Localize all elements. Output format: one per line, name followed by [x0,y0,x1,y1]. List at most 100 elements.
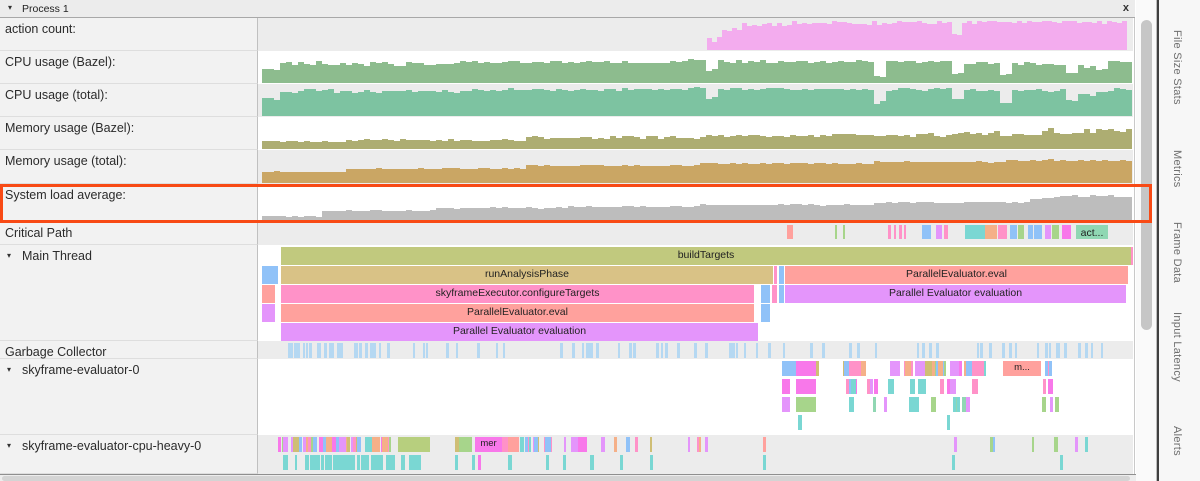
slice[interactable] [835,225,837,239]
slice[interactable] [283,437,288,452]
slice[interactable] [1049,343,1052,358]
slice[interactable] [344,455,346,470]
slice[interactable] [503,343,505,358]
slice[interactable] [310,343,312,358]
slice[interactable] [387,343,389,358]
slice[interactable] [962,397,966,412]
slice[interactable] [590,343,592,358]
slice[interactable] [798,415,802,430]
chart-critical_path[interactable]: act... [258,222,1133,245]
slice[interactable] [894,225,896,239]
slice[interactable] [572,343,575,358]
slice[interactable] [699,437,701,452]
tab-file-size-stats[interactable]: File Size Stats [1171,30,1183,105]
slice[interactable] [848,361,861,376]
slice[interactable] [614,437,616,452]
slice[interactable] [756,343,759,358]
slice-skyframeexecutor-configuretargets[interactable]: skyframeExecutor.configureTargets [281,285,754,303]
slice[interactable] [732,343,735,358]
slice[interactable] [918,379,921,394]
slice[interactable] [761,304,770,322]
slice[interactable] [904,225,906,239]
slice[interactable] [677,343,680,358]
slice[interactable] [366,455,370,470]
slice[interactable] [665,343,668,358]
tab-input-latency[interactable]: Input Latency [1171,312,1183,382]
slice[interactable] [811,343,814,358]
slice[interactable] [560,343,563,358]
slice[interactable] [957,397,960,412]
slice[interactable] [333,455,335,470]
slice-parallel-evaluator-evaluation[interactable]: Parallel Evaluator evaluation [281,323,758,341]
slice[interactable] [508,437,519,452]
slice[interactable] [998,225,1007,239]
slice-m---[interactable]: m... [1003,361,1041,376]
slice[interactable] [763,437,766,452]
slice[interactable] [867,379,871,394]
slice[interactable] [587,343,590,358]
slice[interactable] [331,343,334,358]
slice[interactable] [563,455,566,470]
slice[interactable] [601,437,605,452]
slice[interactable] [940,379,944,394]
slice[interactable] [873,397,876,412]
slice[interactable] [379,343,381,358]
slice[interactable] [990,437,993,452]
slice[interactable] [761,285,770,303]
slice[interactable] [351,437,353,452]
slice[interactable] [650,455,653,470]
slice[interactable] [478,455,481,470]
slice[interactable] [925,361,932,376]
slice[interactable] [1009,343,1011,358]
slice[interactable] [1028,225,1033,239]
slice[interactable] [768,343,771,358]
slice[interactable] [1064,343,1067,358]
slice[interactable] [899,225,902,239]
slice[interactable] [371,455,374,470]
vertical-scrollbar-thumb[interactable] [1141,20,1152,330]
slice[interactable] [326,455,330,470]
slice[interactable] [905,361,911,376]
slice[interactable] [944,225,948,239]
slice[interactable] [1032,437,1035,452]
slice[interactable] [972,379,978,394]
slice[interactable] [508,455,512,470]
slice[interactable] [736,343,738,358]
collapse-arrow-icon[interactable]: ▾ [8,3,12,12]
slice[interactable] [1034,225,1042,239]
slice[interactable] [582,343,584,358]
slice[interactable] [936,225,942,239]
slice[interactable] [534,437,538,452]
tab-metrics[interactable]: Metrics [1171,150,1183,188]
slice[interactable] [382,437,387,452]
slice[interactable] [620,455,623,470]
chart-cpu_bazel[interactable] [258,51,1133,84]
slice[interactable] [1010,225,1017,239]
slice[interactable] [295,455,297,470]
slice[interactable] [392,455,395,470]
slice[interactable] [1085,343,1088,358]
horizontal-scrollbar[interactable] [0,474,1136,481]
slice[interactable] [354,343,356,358]
slice[interactable] [1045,343,1047,358]
slice[interactable] [822,343,825,358]
slice[interactable] [633,343,636,358]
slice[interactable] [262,266,278,284]
slice[interactable] [321,455,324,470]
slice[interactable] [1042,397,1046,412]
row-label-main_thread[interactable]: ▾Main Thread [0,245,258,341]
slice[interactable] [574,437,577,452]
slice[interactable] [705,343,707,358]
slice[interactable] [377,437,380,452]
slice[interactable] [368,437,372,452]
slice[interactable] [1101,343,1103,358]
slice[interactable] [288,343,291,358]
slice[interactable] [910,379,916,394]
slice[interactable] [661,343,663,358]
slice[interactable] [297,343,299,358]
slice[interactable] [783,343,785,358]
slice[interactable] [1062,225,1071,239]
slice[interactable] [688,437,690,452]
slice[interactable] [340,343,342,358]
slice[interactable] [401,455,405,470]
